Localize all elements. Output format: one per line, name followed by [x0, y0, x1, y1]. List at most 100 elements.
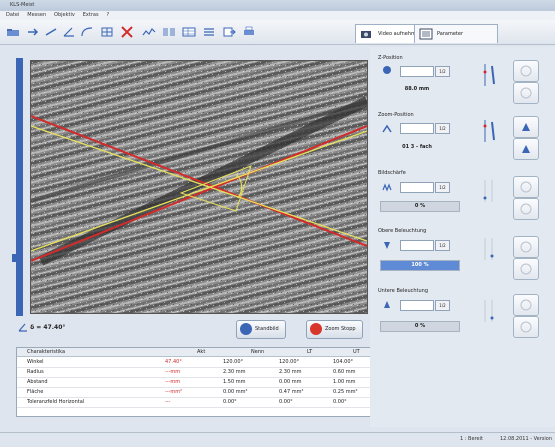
zoom-out-button[interactable] [513, 138, 539, 160]
open-icon[interactable] [6, 26, 20, 38]
delete-icon[interactable] [120, 26, 134, 38]
upper-light-bar-label: 100 % [411, 262, 429, 268]
zoom-position-readout: 01 3 - fach [402, 144, 432, 150]
z-scale-icon [480, 62, 500, 88]
focus-unit[interactable]: 1/2 [435, 182, 450, 193]
upper-light-down-button[interactable] [513, 258, 539, 280]
z-down-button[interactable] [513, 82, 539, 104]
angle-value: δ = 47.40° [30, 324, 66, 331]
focus-up-button[interactable] [513, 176, 539, 198]
measurement-table: Charakteristika Akt Nenn LT UT Winkel 47… [16, 347, 372, 417]
zoom-scale-icon [480, 118, 500, 144]
menu-item-messen[interactable]: Messen [27, 12, 46, 18]
table-header: Charakteristika Akt Nenn LT UT [17, 348, 371, 357]
upper-light-unit[interactable]: 1/2 [435, 240, 450, 251]
status-right: 12.08.2011 - Version [500, 436, 552, 442]
z-up-button[interactable] [513, 60, 539, 82]
z-position-section: Z-Position 1/2 88.0 mm [378, 55, 478, 105]
focus-down-button[interactable] [513, 198, 539, 220]
section-title: Obere Beleuchtung [378, 228, 427, 234]
radius-measure-icon[interactable] [80, 26, 94, 38]
focus-icon [382, 182, 392, 192]
table-row[interactable]: Abstand ---mm 1.50 mm 0.00 mm 1.00 mm [17, 378, 371, 388]
lower-light-scale-icon [480, 298, 500, 324]
lower-light-input[interactable] [400, 300, 434, 311]
standbild-label: Standbild [255, 326, 279, 332]
grid-icon[interactable] [100, 26, 114, 38]
title-bar: KLS-Meist [0, 0, 555, 11]
angle-icon [18, 323, 28, 332]
z-position-readout: 88.0 mm [404, 86, 430, 92]
line-measure-icon[interactable] [44, 26, 58, 38]
tab-parameter[interactable]: Parameter [414, 24, 498, 43]
camera-image [31, 61, 367, 313]
section-title: Untere Beleuchtung [378, 288, 429, 294]
menu-item-objektiv[interactable]: Objektiv [54, 12, 75, 18]
table-icon[interactable] [182, 26, 196, 38]
upper-light-section: Obere Beleuchtung 1/2 100 % [378, 228, 478, 278]
application-window: KLS-Meist Datei Messen Objektiv Extras ?… [0, 0, 555, 447]
table-row[interactable]: Radius ---mm 2.30 mm 2.30 mm 0.60 mm [17, 368, 371, 378]
lower-light-bar: 0 % [380, 321, 460, 332]
contour-icon[interactable] [142, 26, 156, 38]
tab-label: Parameter [437, 31, 464, 37]
settings-list-icon [419, 28, 433, 40]
zoom-in-button[interactable] [513, 116, 539, 138]
focus-bar: 0 % [380, 201, 460, 212]
menu-item-datei[interactable]: Datei [6, 12, 19, 18]
z-axis-icon [382, 65, 392, 75]
camera-icon [360, 28, 374, 40]
z-position-unit[interactable]: 1/2 [435, 66, 450, 77]
upper-light-scale-icon [480, 236, 500, 262]
section-title: Z-Position [378, 55, 403, 61]
menu-item-help[interactable]: ? [106, 12, 109, 18]
status-left: 1 : Bereit [460, 436, 483, 442]
lower-light-unit[interactable]: 1/2 [435, 300, 450, 311]
col-header-lt: LT [307, 349, 313, 355]
lower-light-down-button[interactable] [513, 316, 539, 338]
export-icon[interactable] [222, 26, 236, 38]
focus-input[interactable] [400, 182, 434, 193]
col-header-ut: UT [353, 349, 360, 355]
lower-light-section: Untere Beleuchtung 1/2 0 % [378, 288, 478, 338]
col-header-characteristics: Charakteristika [27, 349, 66, 355]
section-title: Bildschärfe [378, 170, 406, 176]
table-row[interactable]: Fläche ---mm² 0.00 mm² 0.47 mm² 0.25 mm² [17, 388, 371, 398]
upper-light-input[interactable] [400, 240, 434, 251]
menu-item-extras[interactable]: Extras [83, 12, 99, 18]
stop-icon [310, 323, 322, 335]
zoom-position-unit[interactable]: 1/2 [435, 123, 450, 134]
split-icon[interactable] [162, 26, 176, 38]
table-row[interactable]: Winkel 47.40° 120.00° 120.00° 104.00° [17, 358, 371, 368]
zoom-icon [382, 123, 392, 133]
zoom-position-section: Zoom-Position 1/2 01 3 - fach [378, 112, 478, 162]
section-title: Zoom-Position [378, 112, 414, 118]
menu-bar: Datei Messen Objektiv Extras ? [0, 11, 555, 20]
upper-light-up-button[interactable] [513, 236, 539, 258]
focus-scale-icon [480, 178, 500, 204]
lower-light-icon [382, 300, 392, 310]
arrow-right-icon[interactable] [26, 26, 40, 38]
upper-light-bar: 100 % [380, 260, 460, 271]
z-position-input[interactable] [400, 66, 434, 77]
camera-view[interactable] [30, 60, 368, 314]
list-icon[interactable] [202, 26, 216, 38]
window-title: KLS-Meist [10, 2, 35, 8]
freeze-icon [240, 323, 252, 335]
zoom-slider-handle[interactable] [12, 254, 16, 262]
focus-bar-label: 0 % [414, 203, 426, 209]
col-header-nenn: Nenn [251, 349, 265, 355]
zoom-position-input[interactable] [400, 123, 434, 134]
zoom-stop-button[interactable]: Zoom Stopp [306, 320, 363, 339]
status-bar: 1 : Bereit 12.08.2011 - Version [0, 432, 555, 447]
print-icon[interactable] [242, 26, 256, 38]
zoom-stop-label: Zoom Stopp [325, 326, 356, 332]
angle-measure-icon[interactable] [62, 26, 76, 38]
col-header-akt: Akt [197, 349, 206, 355]
standbild-button[interactable]: Standbild [236, 320, 286, 339]
lower-light-up-button[interactable] [513, 294, 539, 316]
angle-readout: δ = 47.40° [18, 323, 65, 332]
lower-light-bar-label: 0 % [414, 323, 426, 329]
table-row[interactable]: Toleranzfeld Horizontal --- 0.00° 0.00° … [17, 398, 371, 408]
zoom-slider-track[interactable] [12, 58, 23, 316]
